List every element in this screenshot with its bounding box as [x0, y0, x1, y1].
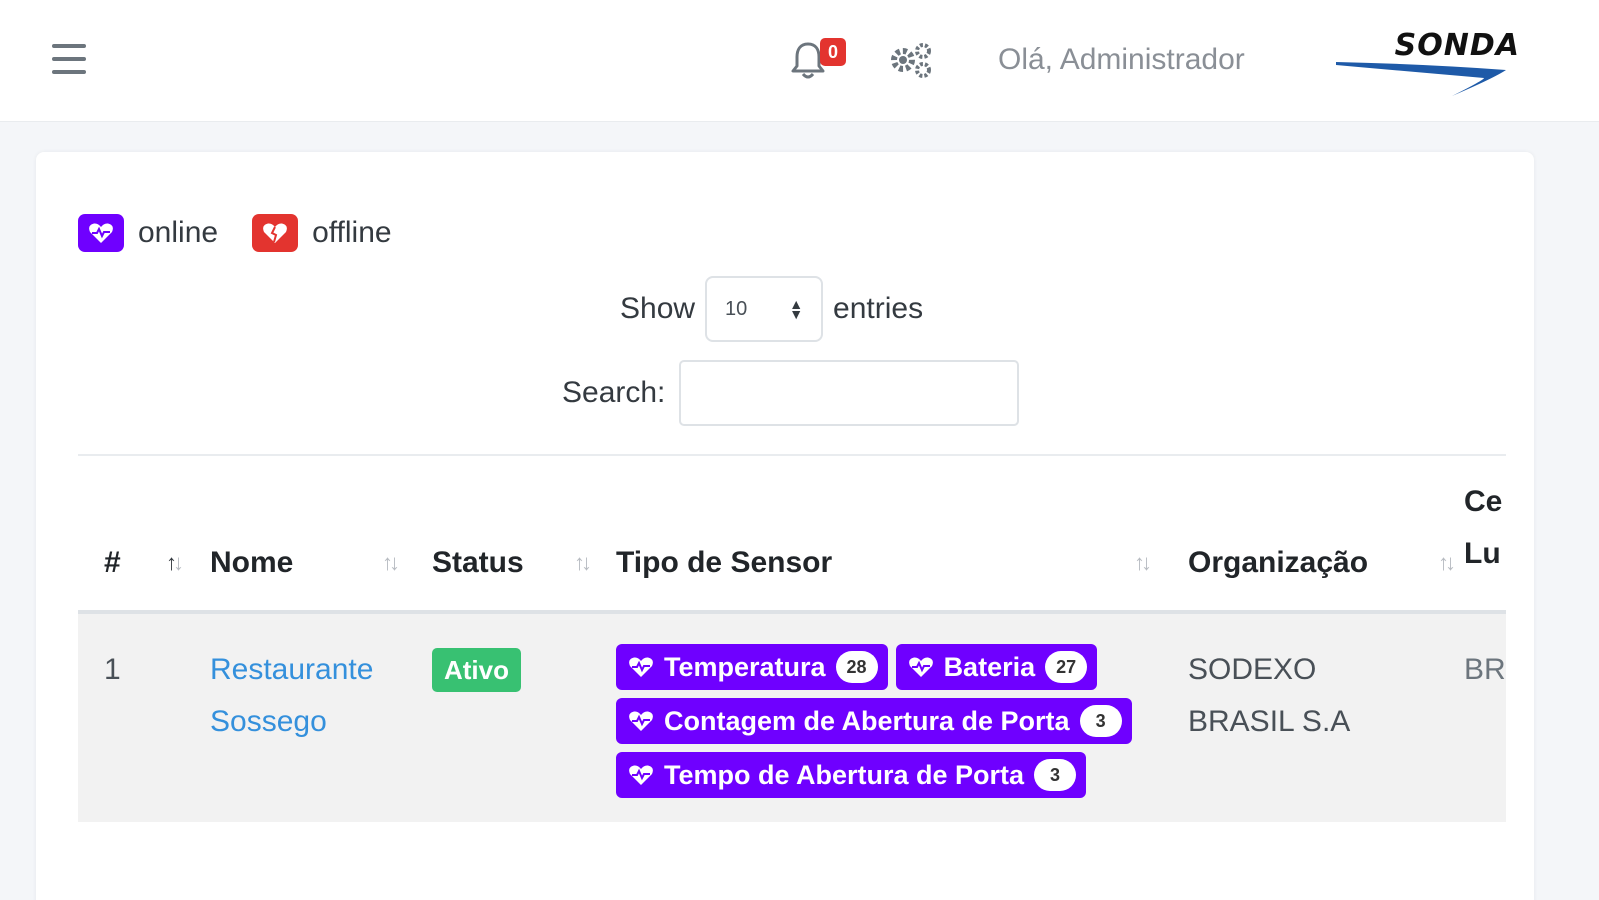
sensor-label: Bateria	[943, 652, 1036, 682]
status-badge: Ativo	[432, 648, 521, 692]
cell-index: 1	[78, 612, 210, 822]
top-navbar: 0 Olá, Administrador SONDA	[0, 0, 1599, 122]
sensor-badge[interactable]: Temperatura 28	[616, 644, 888, 690]
heartbeat-icon	[628, 710, 654, 732]
column-header-sensor-type-label: Tipo de Sensor	[616, 546, 833, 579]
column-header-sensor-type[interactable]: Tipo de Sensor ↑↓	[616, 472, 1188, 614]
status-legend: online offline	[78, 214, 426, 252]
devices-table: # ↑↓ Nome ↑↓ Status ↑↓ Tipo de Sensor ↑↓	[78, 472, 1506, 822]
logo-text: SONDA	[1394, 28, 1520, 63]
legend-online-label: online	[138, 216, 219, 249]
sort-icon: ↑↓	[382, 550, 400, 575]
organization-line1: SODEXO	[1188, 653, 1317, 686]
entries-per-page-select[interactable]: 10 ▲ ▼	[705, 276, 824, 342]
cell-sensor-types: Temperatura 28 Bateria 27 Contagem de Ab…	[616, 612, 1188, 822]
legend-offline: offline	[252, 214, 392, 252]
devices-card: online offline Show 10 ▲ ▼ entries Search…	[36, 152, 1534, 900]
column-header-status[interactable]: Status ↑↓	[432, 472, 616, 614]
heartbreak-offline-icon	[252, 214, 299, 252]
devices-table-wrapper[interactable]: # ↑↓ Nome ↑↓ Status ↑↓ Tipo de Sensor ↑↓	[78, 472, 1506, 832]
sensor-badge-list: Temperatura 28 Bateria 27 Contagem de Ab…	[616, 644, 1156, 798]
show-label: Show	[620, 292, 696, 325]
sensor-label: Tempo de Abertura de Porta	[664, 760, 1025, 790]
column-header-extra[interactable]: Ce Lu	[1464, 472, 1506, 614]
heartbeat-icon	[628, 656, 654, 678]
sort-asc-icon: ↑↓	[166, 550, 184, 575]
search-label: Search:	[562, 376, 666, 409]
column-header-organization[interactable]: Organização ↑↓	[1188, 472, 1464, 614]
column-header-name[interactable]: Nome ↑↓	[210, 472, 432, 614]
column-header-extra-line2: Lu	[1464, 537, 1501, 570]
column-header-name-label: Nome	[210, 546, 294, 579]
divider	[78, 454, 1506, 456]
sensor-badge[interactable]: Tempo de Abertura de Porta 3	[616, 752, 1087, 798]
device-name-line2: Sossego	[210, 705, 327, 738]
table-header-row: # ↑↓ Nome ↑↓ Status ↑↓ Tipo de Sensor ↑↓	[78, 472, 1506, 614]
column-header-index-label: #	[104, 546, 121, 579]
heartbeat-online-icon	[78, 214, 124, 252]
cell-extra: BR	[1464, 612, 1506, 822]
legend-online: online	[78, 214, 218, 252]
entries-per-page-value: 10	[725, 297, 748, 320]
notification-count-badge: 0	[820, 38, 846, 66]
search-control: Search:	[562, 360, 1020, 426]
column-header-organization-label: Organização	[1188, 546, 1369, 579]
select-arrows-icon: ▲ ▼	[789, 296, 804, 322]
sensor-badge[interactable]: Contagem de Abertura de Porta 3	[616, 698, 1132, 744]
menu-icon[interactable]	[52, 44, 86, 74]
search-input[interactable]	[679, 360, 1020, 426]
sensor-label: Temperatura	[664, 652, 826, 682]
heartbeat-icon	[908, 656, 934, 678]
cell-status: Ativo	[432, 612, 616, 822]
device-name-link[interactable]: Restaurante Sossego	[210, 653, 373, 738]
column-header-index[interactable]: # ↑↓	[78, 472, 210, 614]
table-row: 1 Restaurante Sossego Ativo Temperatura …	[78, 612, 1506, 822]
legend-offline-label: offline	[312, 216, 392, 249]
sort-icon: ↑↓	[574, 550, 592, 575]
sensor-count: 27	[1045, 651, 1088, 683]
device-name-line1: Restaurante	[210, 653, 374, 686]
sonda-logo: SONDA	[1334, 28, 1524, 100]
sensor-count: 3	[1034, 759, 1077, 791]
sensor-label: Contagem de Abertura de Porta	[664, 706, 1070, 736]
column-header-status-label: Status	[432, 546, 524, 579]
column-header-extra-line1: Ce	[1464, 485, 1503, 518]
cell-organization: SODEXO BRASIL S.A	[1188, 612, 1464, 822]
entries-length-control: Show 10 ▲ ▼ entries	[620, 276, 923, 342]
user-greeting[interactable]: Olá, Administrador	[998, 43, 1245, 77]
organization-line2: BRASIL S.A	[1188, 705, 1351, 738]
entries-label: entries	[833, 292, 924, 325]
sort-icon: ↑↓	[1134, 550, 1152, 575]
cell-name: Restaurante Sossego	[210, 612, 432, 822]
sensor-badge[interactable]: Bateria 27	[895, 644, 1098, 690]
sensor-count: 28	[835, 651, 878, 683]
sensor-count: 3	[1079, 705, 1122, 737]
heartbeat-icon	[628, 764, 654, 786]
sort-icon: ↑↓	[1438, 550, 1456, 575]
gears-icon[interactable]	[886, 40, 934, 80]
